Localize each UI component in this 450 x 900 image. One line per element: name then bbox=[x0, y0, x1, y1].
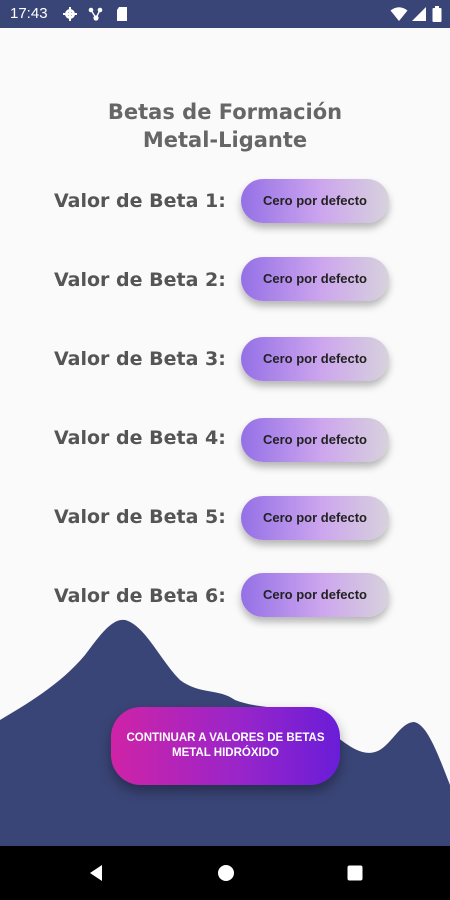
network-icon bbox=[88, 7, 103, 21]
beta-5-button[interactable]: Cero por defecto bbox=[241, 496, 389, 540]
continue-button[interactable]: CONTINUAR A VALORES DE BETAS METAL HIDRÓ… bbox=[111, 707, 340, 785]
battery-icon bbox=[432, 6, 442, 22]
beta-4-button[interactable]: Cero por defecto bbox=[241, 418, 389, 462]
beta-3-label: Valor de Beta 3: bbox=[54, 348, 226, 370]
status-time: 17:43 bbox=[10, 5, 48, 22]
home-icon[interactable] bbox=[216, 863, 236, 883]
beta-4-label: Valor de Beta 4: bbox=[54, 427, 226, 449]
navigation-bar bbox=[0, 846, 450, 900]
wifi-icon bbox=[390, 7, 408, 21]
beta-5-label: Valor de Beta 5: bbox=[54, 506, 226, 528]
recents-icon[interactable] bbox=[345, 863, 365, 883]
back-icon[interactable] bbox=[86, 863, 106, 883]
beta-2-button[interactable]: Cero por defecto bbox=[241, 257, 389, 301]
status-bar: 17:43 bbox=[0, 0, 450, 28]
beta-1-label: Valor de Beta 1: bbox=[54, 190, 226, 212]
title-line-1: Betas de Formación bbox=[107, 100, 343, 124]
title-line-2: Metal-Ligante bbox=[142, 128, 308, 152]
sd-card-icon bbox=[117, 7, 127, 21]
beta-2-label: Valor de Beta 2: bbox=[54, 269, 226, 291]
beta-1-button[interactable]: Cero por defecto bbox=[241, 179, 389, 223]
beta-3-button[interactable]: Cero por defecto bbox=[241, 337, 389, 381]
gear-icon bbox=[63, 7, 77, 21]
page-title: Betas de Formación Metal-Ligante bbox=[0, 98, 450, 154]
signal-icon bbox=[412, 7, 426, 21]
